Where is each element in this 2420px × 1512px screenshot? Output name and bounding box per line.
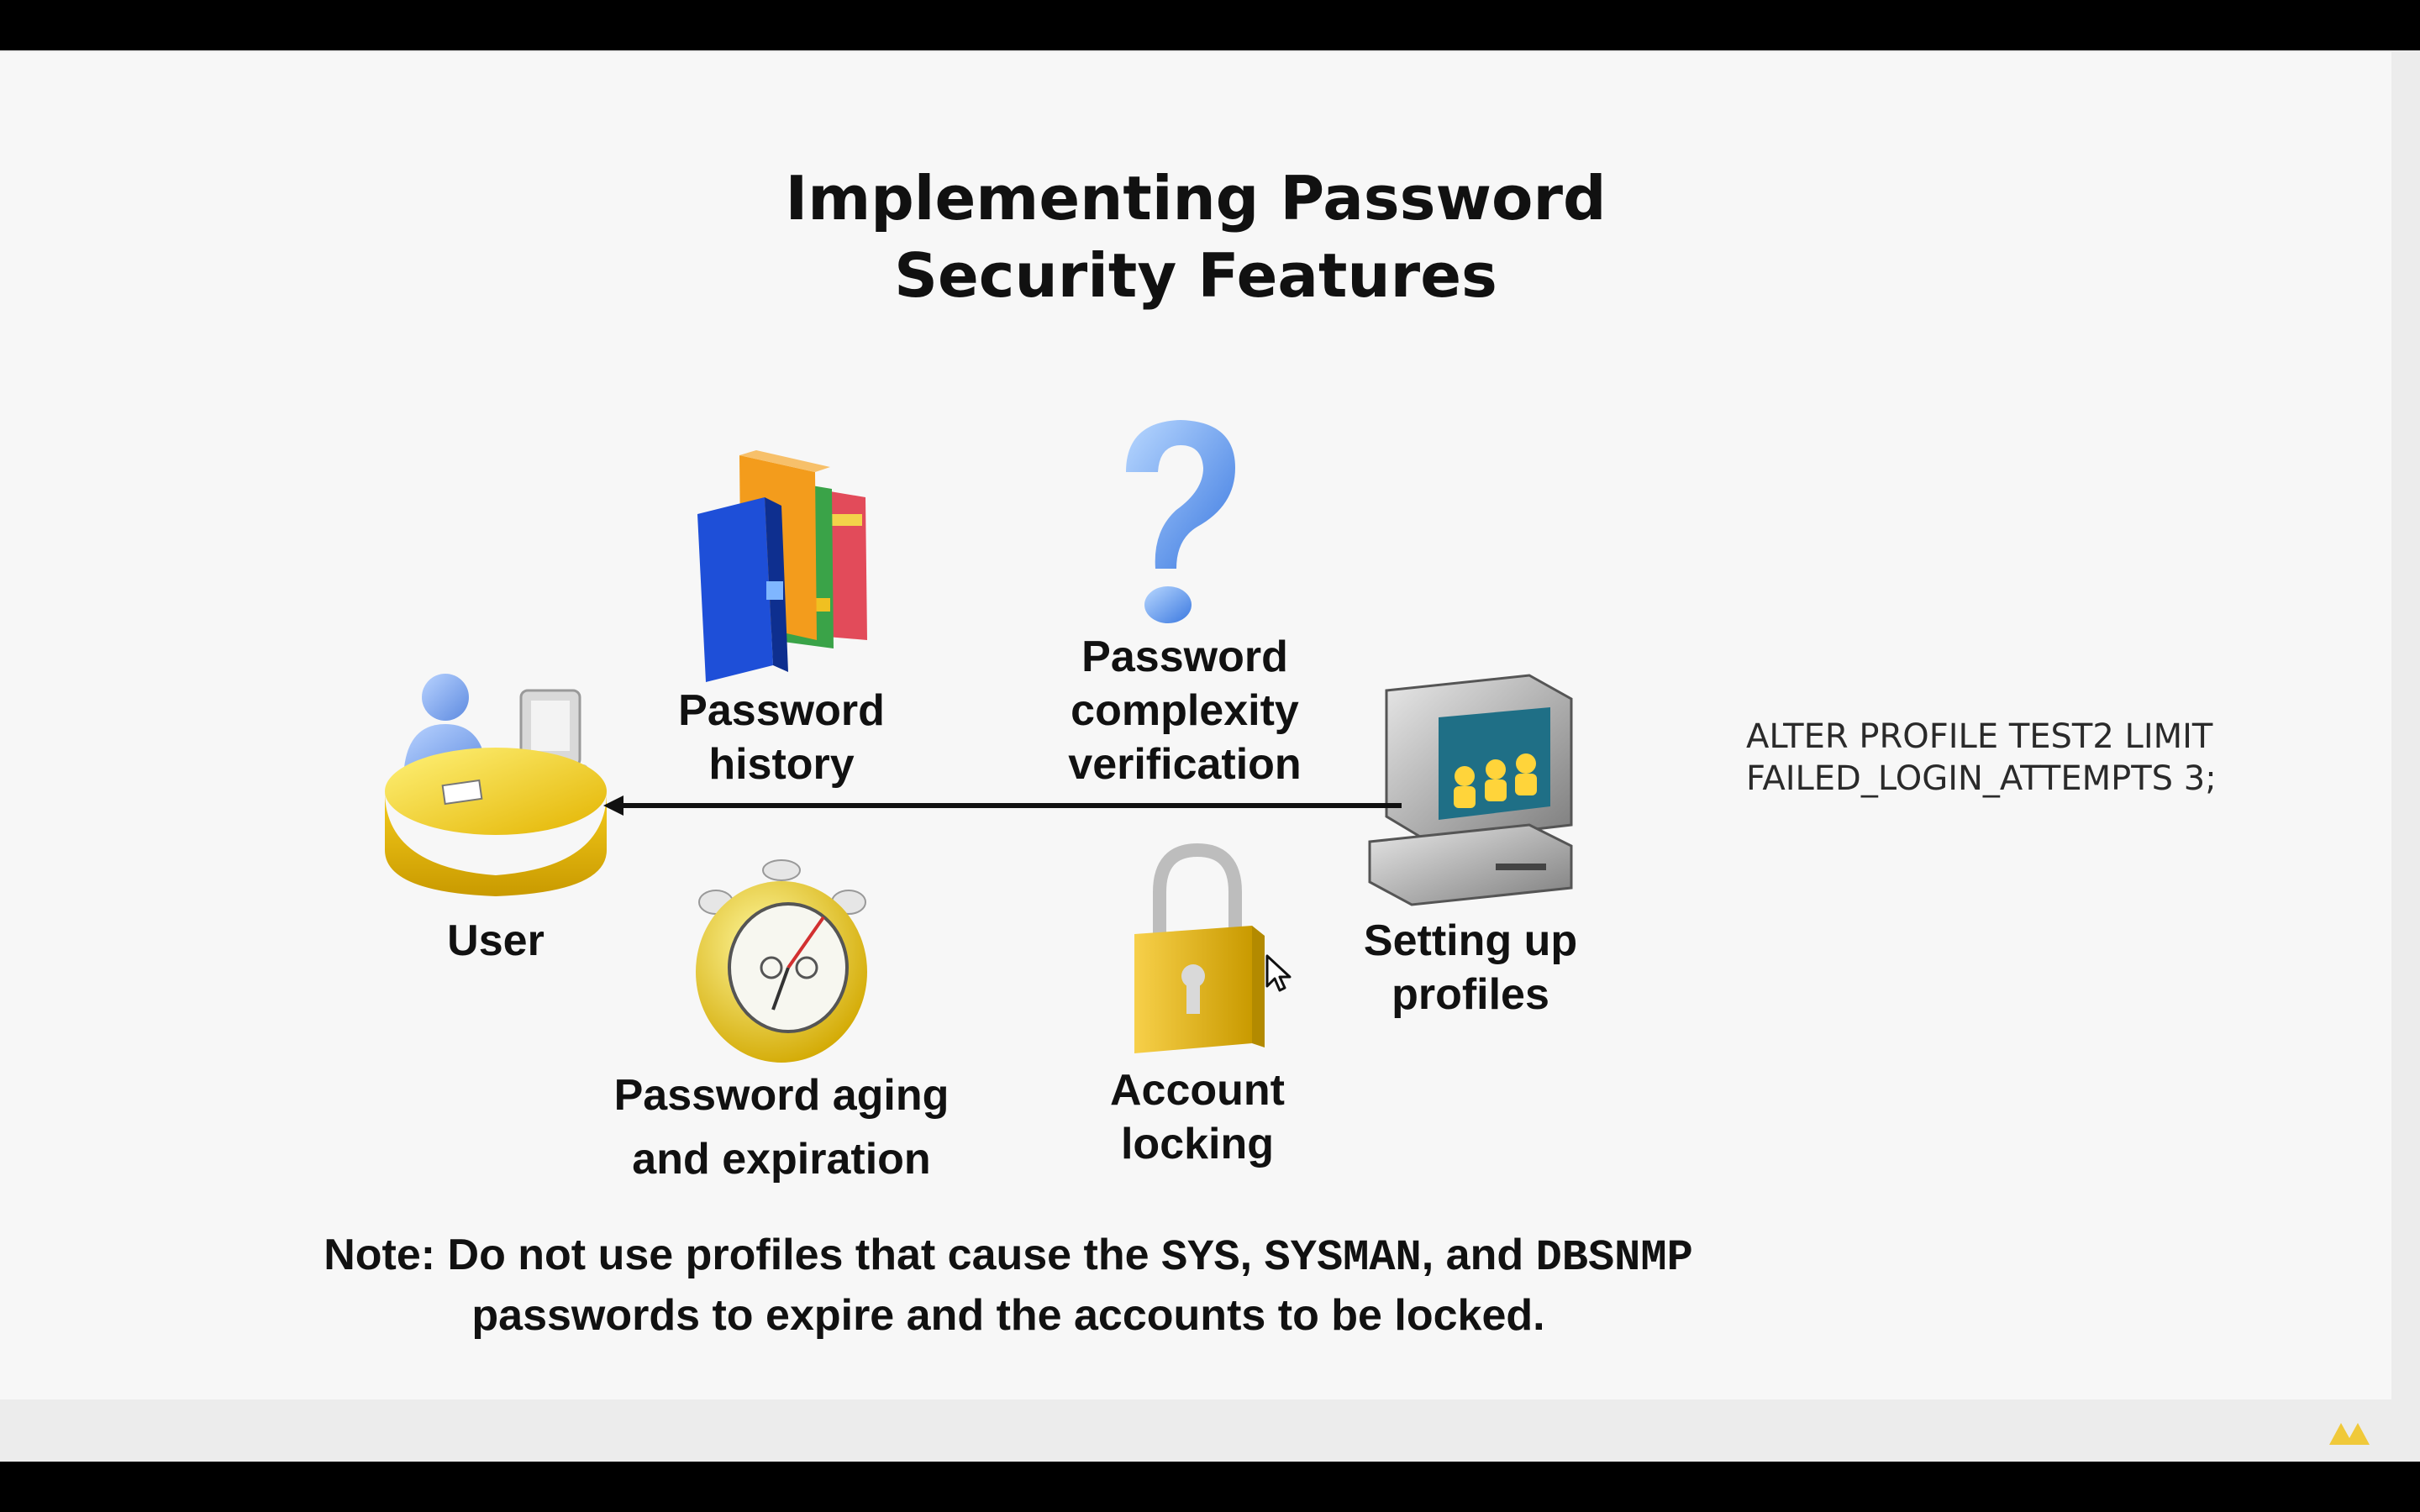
arrow-line xyxy=(612,803,1402,808)
note-sysman: SYSMAN xyxy=(1264,1233,1422,1283)
label-aging-line2: and expiration xyxy=(632,1135,931,1184)
note-dbsnmp: DBSNMP xyxy=(1535,1233,1693,1283)
slide-title-line1: Implementing Password xyxy=(785,163,1607,234)
sql-line1: ALTER PROFILE TEST2 LIMIT xyxy=(1746,717,2213,756)
note-and: , and xyxy=(1421,1231,1536,1279)
arrow-head-icon xyxy=(603,795,623,816)
slide-title-line2: Security Features xyxy=(894,240,1497,311)
watermark-logo-icon xyxy=(2329,1423,2370,1445)
note-line1: Note: Do not use profiles that cause the… xyxy=(218,1226,1798,1287)
sql-overlay-text: ALTER PROFILE TEST2 LIMIT FAILED_LOGIN_A… xyxy=(1746,716,2217,800)
bottom-letterbox xyxy=(0,1462,2420,1512)
label-password-complexity: Password complexity verification xyxy=(1034,630,1336,791)
label-complexity-line3: verification xyxy=(1068,740,1302,789)
note-comma: , xyxy=(1239,1231,1265,1279)
label-setting-up-line1: Setting up xyxy=(1363,916,1578,965)
label-password-history: Password history xyxy=(655,684,908,791)
books-icon xyxy=(697,450,867,682)
presentation-area: Implementing Password Security Features xyxy=(0,50,2420,1462)
computer-profiles-icon xyxy=(1368,674,1573,906)
slide-note: Note: Do not use profiles that cause the… xyxy=(218,1226,1798,1344)
label-user: User xyxy=(447,916,544,965)
slide-title: Implementing Password Security Features xyxy=(0,160,2391,314)
label-setting-up-line2: profiles xyxy=(1392,970,1549,1019)
padlock-icon xyxy=(1134,843,1265,1053)
label-locking-line2: locking xyxy=(1120,1120,1275,1168)
slide: Implementing Password Security Features xyxy=(0,52,2391,1399)
label-complexity-line2: complexity xyxy=(1071,686,1299,735)
label-complexity-line1: Password xyxy=(1081,633,1288,681)
label-password-history-line2: history xyxy=(708,740,855,789)
user-at-desk-icon xyxy=(385,674,607,896)
stopwatch-icon xyxy=(696,859,867,1063)
note-prefix: Note: Do not use profiles that cause the xyxy=(324,1231,1161,1279)
label-account-locking: Account locking xyxy=(1059,1063,1336,1171)
label-locking-line1: Account xyxy=(1110,1066,1285,1115)
note-line2: passwords to expire and the accounts to … xyxy=(471,1291,1545,1340)
sql-line2: FAILED_LOGIN_ATTEMPTS 3; xyxy=(1746,759,2217,798)
label-aging-line1: Password aging xyxy=(613,1071,950,1120)
label-setting-up-profiles: Setting up profiles xyxy=(1336,914,1605,1021)
label-password-aging: Password aging and expiration xyxy=(588,1063,975,1191)
move-cursor-icon xyxy=(1265,954,1292,992)
label-password-history-line1: Password xyxy=(678,686,885,735)
slide-right-edge xyxy=(2391,52,2420,1399)
question-mark-icon xyxy=(1126,420,1235,623)
note-sys: SYS xyxy=(1161,1233,1240,1283)
top-letterbox xyxy=(0,0,2420,50)
